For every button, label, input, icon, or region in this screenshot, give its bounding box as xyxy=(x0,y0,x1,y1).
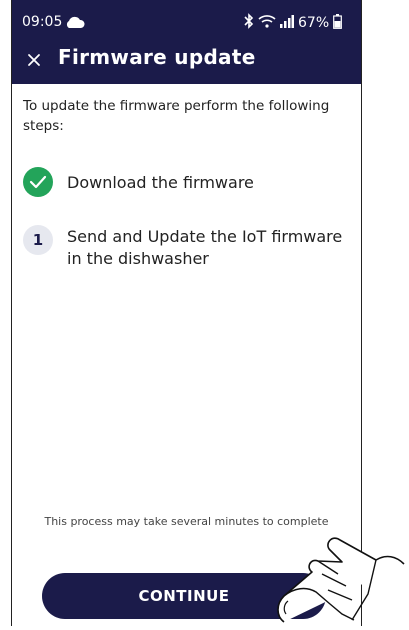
step-download: Download the firmware xyxy=(23,167,254,197)
status-time: 09:05 xyxy=(22,14,63,30)
check-icon xyxy=(23,167,53,197)
phone-screen: 09:05 67% Firmware update To update the … xyxy=(11,0,362,626)
close-icon[interactable] xyxy=(24,50,44,70)
title-bar: Firmware update xyxy=(12,40,361,80)
duration-note: This process may take several minutes to… xyxy=(44,515,329,528)
step-label: Send and Update the IoT firmware in the … xyxy=(67,227,343,268)
signal-icon xyxy=(280,14,294,32)
bluetooth-icon xyxy=(244,13,254,33)
wifi-icon xyxy=(258,14,276,32)
intro-text: To update the firmware perform the follo… xyxy=(23,98,330,134)
hand-pointer-icon xyxy=(272,534,409,630)
step-send-update: 1 Send and Update the IoT firmware in th… xyxy=(23,225,357,270)
status-icons: 67% xyxy=(244,13,343,33)
page-title: Firmware update xyxy=(58,45,256,69)
app-header: 09:05 67% Firmware update xyxy=(12,0,361,84)
status-bar: 09:05 67% xyxy=(12,0,361,40)
step-label: Download the firmware xyxy=(67,173,254,192)
cloud-icon xyxy=(65,16,85,32)
battery-icon xyxy=(333,13,343,33)
battery-percent: 67% xyxy=(298,15,330,31)
step-number: 1 xyxy=(23,225,53,255)
